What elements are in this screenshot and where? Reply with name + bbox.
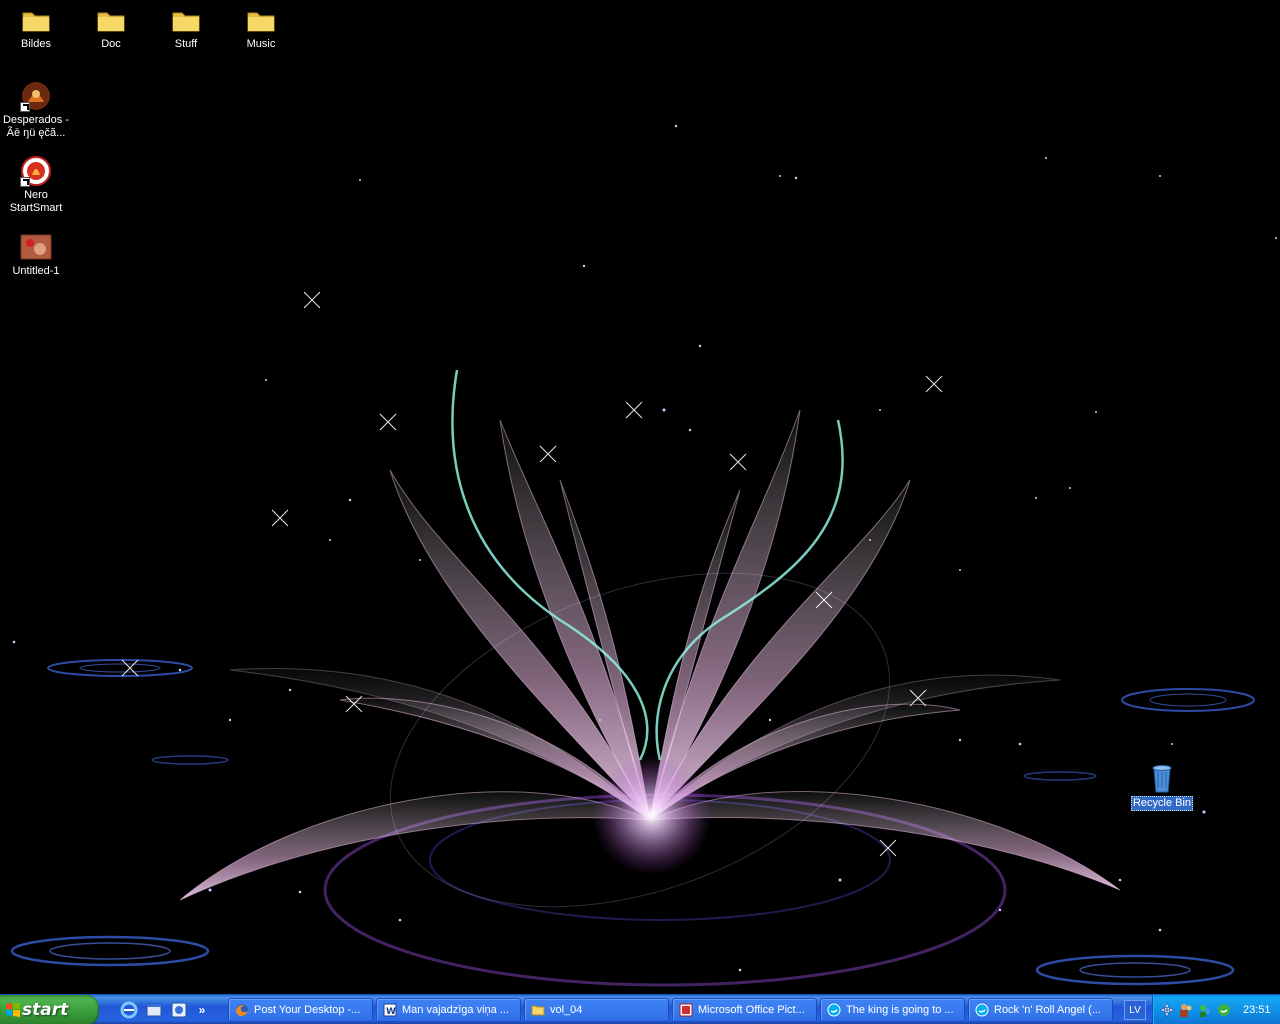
folder-icon: [531, 1003, 545, 1017]
word-icon: W: [383, 1003, 397, 1017]
desktop-icon-label: Stuff: [174, 38, 198, 50]
language-indicator[interactable]: LV: [1124, 1000, 1146, 1020]
taskbar-button-word[interactable]: W Man vajadzīga viņa ...: [376, 998, 521, 1022]
task-label: Man vajadzīga viņa ...: [402, 1004, 510, 1016]
task-label: vol_04: [550, 1004, 583, 1016]
taskbar-button-skype-chat-1[interactable]: The king is going to ...: [820, 998, 965, 1022]
folder-icon: [170, 4, 202, 36]
internet-explorer-icon[interactable]: [118, 999, 140, 1021]
shortcut-arrow-icon: [20, 102, 30, 112]
desktop-icon-label: Music: [246, 38, 276, 50]
desktop-icon-label: Untitled-1: [12, 265, 60, 277]
desktop-icon-label: Recycle Bin: [1130, 796, 1194, 811]
taskbar-button-firefox[interactable]: Post Your Desktop -...: [228, 998, 373, 1022]
skype-icon[interactable]: [1216, 1002, 1232, 1018]
image-file-icon: [20, 231, 52, 263]
explorer-icon[interactable]: [143, 999, 165, 1021]
desktop-icon-label: Nero StartSmart: [9, 189, 63, 214]
desktop-icon-label: Bildes: [21, 38, 51, 50]
task-label: Post Your Desktop -...: [254, 1004, 361, 1016]
desktop-icon-stuff[interactable]: Stuff: [150, 4, 222, 51]
shortcut-arrow-icon: [20, 177, 30, 187]
network-icon[interactable]: [1159, 1002, 1175, 1018]
messenger-icon[interactable]: [1197, 1002, 1213, 1018]
taskbar-button-skype-chat-2[interactable]: Rock 'n' Roll Angel (...: [968, 998, 1113, 1022]
desktop-icon-bildes[interactable]: Bildes: [0, 4, 72, 51]
desktop-icon-label: Doc: [101, 38, 121, 50]
clock[interactable]: 23:51: [1243, 1004, 1271, 1016]
taskbar: start » Post Your Desktop -... W Man vaj…: [0, 994, 1280, 1024]
folder-icon: [20, 4, 52, 36]
desktop-icon-label: Desperados - Ãē ŋü ęčã...: [2, 114, 70, 139]
task-label: The king is going to ...: [846, 1004, 954, 1016]
desktop-icon-nero[interactable]: Nero StartSmart: [0, 155, 72, 215]
quick-launch-more-button[interactable]: »: [193, 1003, 211, 1017]
folder-icon: [95, 4, 127, 36]
taskbar-button-picture-manager[interactable]: Microsoft Office Pict...: [672, 998, 817, 1022]
desktop-icon-recycle-bin[interactable]: Recycle Bin: [1126, 762, 1198, 811]
windows-logo-icon: [6, 1003, 20, 1017]
media-icon[interactable]: [168, 999, 190, 1021]
task-label: Rock 'n' Roll Angel (...: [994, 1004, 1101, 1016]
nero-icon: [20, 155, 52, 187]
desktop-icon-desperados[interactable]: Desperados - Ãē ŋü ęčã...: [0, 80, 72, 140]
svg-text:W: W: [386, 1007, 396, 1017]
start-button[interactable]: start: [0, 995, 99, 1024]
task-label: Microsoft Office Pict...: [698, 1004, 805, 1016]
recycle-bin-icon: [1146, 762, 1178, 794]
picture-manager-icon: [679, 1003, 693, 1017]
desktop-icon-untitled[interactable]: Untitled-1: [0, 231, 72, 278]
start-label: start: [22, 1000, 69, 1020]
taskbar-button-folder[interactable]: vol_04: [524, 998, 669, 1022]
skype-icon: [827, 1003, 841, 1017]
system-tray: 23:51: [1152, 995, 1280, 1024]
quick-launch-bar: »: [118, 998, 211, 1022]
skype-icon: [975, 1003, 989, 1017]
folder-icon: [245, 4, 277, 36]
desktop-wallpaper: [0, 0, 1280, 994]
task-buttons: Post Your Desktop -... W Man vajadzīga v…: [228, 998, 1113, 1022]
firefox-icon: [235, 1003, 249, 1017]
desktop-icon-music[interactable]: Music: [225, 4, 297, 51]
people-icon[interactable]: [1178, 1002, 1194, 1018]
desktop-icon-doc[interactable]: Doc: [75, 4, 147, 51]
desperados-game-icon: [20, 80, 52, 112]
